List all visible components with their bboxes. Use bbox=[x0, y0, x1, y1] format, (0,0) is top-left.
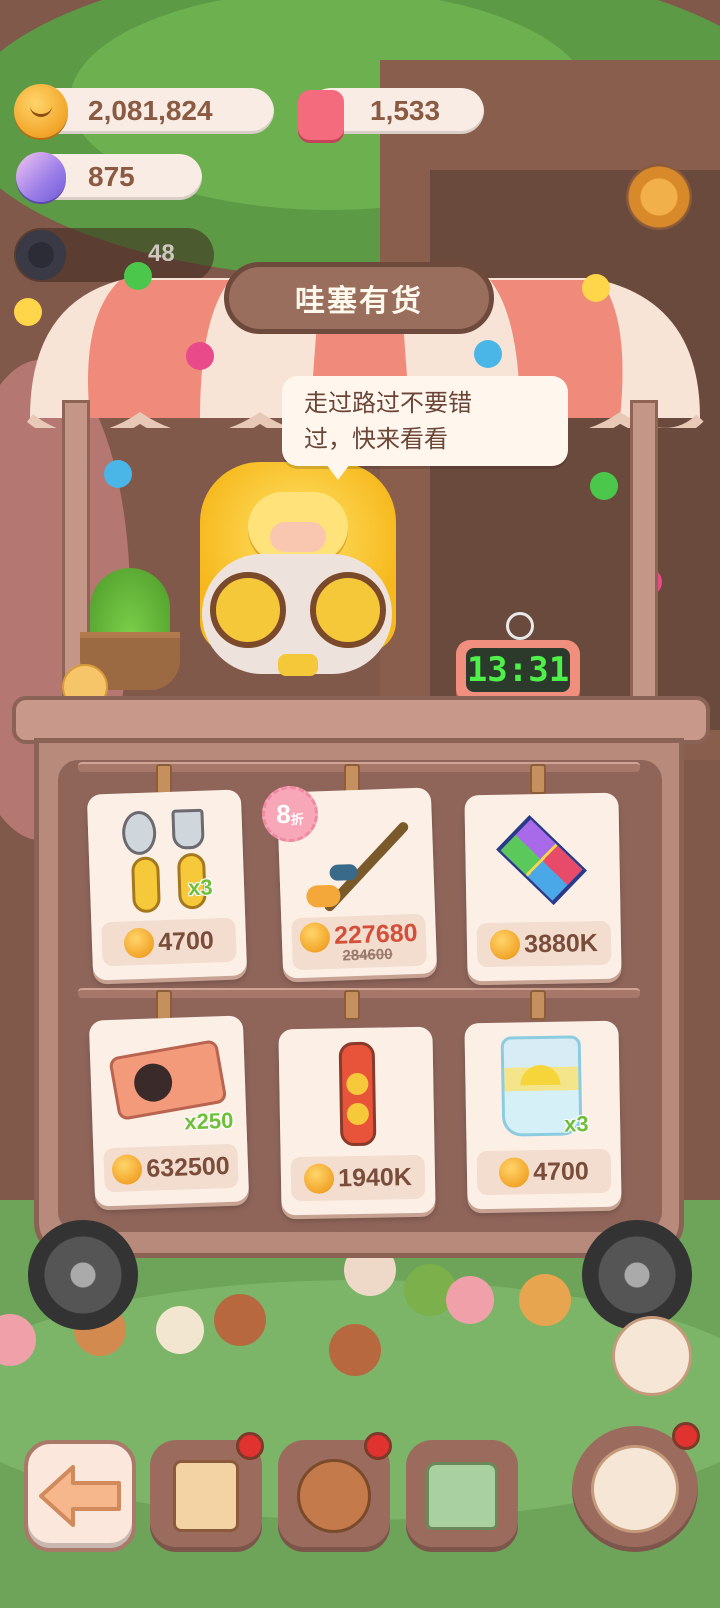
speech-line-2: 过，快来看看 bbox=[304, 426, 448, 453]
shop-item-card[interactable]: 3880K bbox=[464, 792, 622, 982]
light-bulb-icon bbox=[590, 472, 618, 500]
coin-icon bbox=[299, 921, 331, 953]
item-price: 3880K bbox=[476, 920, 612, 968]
antenna-icon bbox=[506, 612, 534, 640]
clothespin-icon bbox=[344, 990, 360, 1020]
cookie-side-icon[interactable] bbox=[626, 164, 692, 230]
stall-post-right bbox=[630, 400, 658, 700]
item-price: 1940K bbox=[290, 1154, 426, 1202]
light-bulb-icon bbox=[14, 298, 42, 326]
candle-count: 1,533 bbox=[370, 95, 441, 126]
coin-icon bbox=[14, 84, 68, 138]
item-price-value: 632500 bbox=[145, 1151, 231, 1183]
timer-display: 13:31 bbox=[466, 648, 570, 692]
item-price: 4700 bbox=[101, 917, 237, 967]
mini-stall-icon bbox=[426, 1462, 498, 1530]
clothespin-icon bbox=[530, 764, 546, 794]
clothespin-icon bbox=[530, 990, 546, 1020]
food-plate-icon bbox=[297, 1459, 371, 1533]
fishing-rod-icon bbox=[298, 810, 421, 914]
speech-bubble: 走过路过不要错 过，快来看看 bbox=[282, 376, 568, 480]
shop-item-card[interactable]: x250 632500 bbox=[88, 1015, 250, 1207]
shop-item-card[interactable]: 1940K bbox=[278, 1026, 436, 1216]
notification-dot bbox=[364, 1432, 392, 1460]
notification-dot bbox=[672, 1422, 700, 1450]
stall-wheel-right bbox=[582, 1220, 692, 1330]
coin-icon bbox=[303, 1163, 335, 1194]
colorful-rug-icon bbox=[496, 814, 587, 906]
discount-suffix: 折 bbox=[290, 811, 304, 827]
coin-icon bbox=[123, 927, 155, 959]
item-price: 227680 284600 bbox=[291, 913, 427, 971]
side-character-icon[interactable] bbox=[612, 1316, 692, 1396]
coin-icon bbox=[111, 1153, 143, 1186]
item-quantity: x250 bbox=[183, 1107, 234, 1135]
speech-line-1: 走过路过不要错 bbox=[304, 390, 472, 417]
discount-badge: 8 折 bbox=[262, 786, 318, 842]
notification-dot bbox=[236, 1432, 264, 1460]
stall-counter bbox=[12, 696, 710, 744]
item-price: 4700 bbox=[476, 1148, 612, 1196]
notebook-icon bbox=[173, 1460, 239, 1532]
item-price-value: 3880K bbox=[523, 928, 599, 958]
item-old-price: 284600 bbox=[342, 945, 393, 965]
discount-value: 8 bbox=[276, 798, 291, 829]
light-bulb-icon bbox=[474, 340, 502, 368]
back-arrow-icon bbox=[39, 1465, 121, 1527]
stall-wheel-left bbox=[28, 1220, 138, 1330]
light-bulb-icon bbox=[186, 342, 214, 370]
stall-title: 哇塞有货 bbox=[224, 262, 494, 334]
gem-count: 875 bbox=[88, 161, 135, 192]
clothespin-icon bbox=[156, 764, 172, 794]
coin-icon bbox=[498, 1157, 530, 1188]
clothespin-icon bbox=[156, 990, 172, 1020]
item-price-value: 1940K bbox=[337, 1162, 413, 1192]
item-quantity: x3 bbox=[187, 874, 214, 901]
shop-item-card[interactable]: x3 4700 bbox=[86, 789, 248, 981]
item-price-value: 4700 bbox=[532, 1156, 590, 1186]
light-bulb-icon bbox=[582, 274, 610, 302]
coin-count: 2,081,824 bbox=[88, 95, 213, 126]
candle-icon bbox=[298, 90, 344, 140]
shop-item-card[interactable]: x3 4700 bbox=[464, 1020, 622, 1210]
restock-timer: 13:31 bbox=[456, 640, 580, 702]
item-price: 632500 bbox=[103, 1143, 239, 1193]
shopkeeper-character[interactable] bbox=[200, 462, 396, 692]
back-button[interactable] bbox=[24, 1440, 136, 1552]
stall-button[interactable] bbox=[406, 1440, 518, 1552]
coin-icon bbox=[489, 929, 521, 960]
item-price-value: 4700 bbox=[157, 925, 215, 956]
fancy-bone-icon bbox=[338, 1041, 377, 1147]
fish-character-icon bbox=[591, 1445, 679, 1533]
gem-icon bbox=[16, 152, 66, 202]
light-bulb-icon bbox=[104, 460, 132, 488]
light-bulb-icon bbox=[124, 262, 152, 290]
item-quantity: x3 bbox=[563, 1111, 589, 1137]
